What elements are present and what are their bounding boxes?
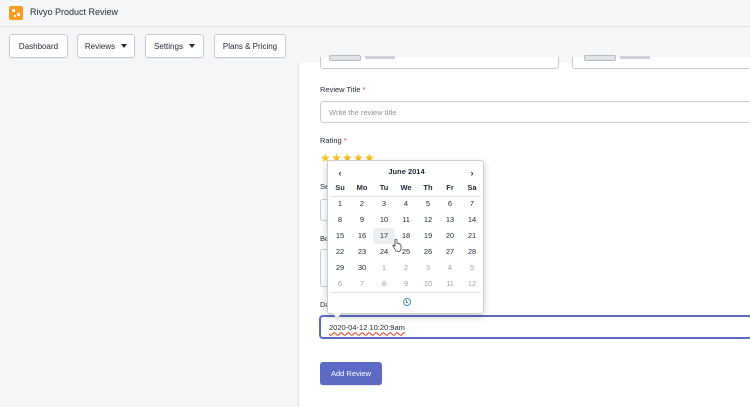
- day-cell[interactable]: 22: [329, 244, 351, 260]
- day-cell[interactable]: 28: [461, 244, 483, 260]
- add-review-button[interactable]: Add Review: [320, 362, 382, 385]
- datepicker-weekday-row: Su Mo Tu We Th Fr Sa: [329, 180, 483, 196]
- day-cell[interactable]: 4: [395, 196, 417, 212]
- review-title-label: Review Title *: [320, 85, 366, 94]
- app-header: Rivyo Product Review: [0, 0, 750, 27]
- datepicker-pointer-inner: [333, 313, 341, 318]
- upload-field-left[interactable]: [320, 55, 559, 69]
- weekday-label: Tu: [379, 183, 389, 192]
- day-cell[interactable]: 6: [439, 196, 461, 212]
- clock-icon[interactable]: [403, 298, 411, 306]
- chevron-right-icon[interactable]: ›: [465, 166, 479, 180]
- review-title-input[interactable]: Write the review title: [320, 101, 750, 123]
- day-cell[interactable]: 3: [373, 196, 395, 212]
- review-date-value: 2020-04-12 10:20:9am: [329, 322, 405, 332]
- nav-dashboard-label: Dashboard: [18, 41, 59, 51]
- chevron-down-icon: [121, 44, 128, 48]
- day-cell[interactable]: 27: [439, 244, 461, 260]
- day-cell-other-month[interactable]: 4: [439, 260, 461, 276]
- day-cell[interactable]: 29: [329, 260, 351, 276]
- weekday-label: We: [400, 183, 412, 192]
- day-cell[interactable]: 2: [351, 196, 373, 212]
- datepicker-header: ‹ June 2014 ›: [328, 164, 485, 180]
- app-title: Rivyo Product Review: [30, 7, 119, 17]
- nav-settings-button[interactable]: Settings: [145, 34, 204, 58]
- day-cell-other-month[interactable]: 3: [417, 260, 439, 276]
- weekday-label: Th: [423, 183, 433, 192]
- datepicker-month-title[interactable]: June 2014: [358, 167, 455, 176]
- day-cell-other-month[interactable]: 2: [395, 260, 417, 276]
- day-cell[interactable]: 26: [417, 244, 439, 260]
- nav-dashboard-button[interactable]: Dashboard: [9, 34, 68, 58]
- day-cell[interactable]: 8: [329, 212, 351, 228]
- datepicker-week-row: 15 16 17 18 19 20 21: [329, 228, 483, 244]
- nav-settings-label: Settings: [154, 41, 183, 51]
- rating-label: Rating *: [320, 136, 347, 145]
- day-cell[interactable]: 16: [351, 228, 373, 244]
- file-button-stub[interactable]: [584, 55, 616, 61]
- day-cell[interactable]: 21: [461, 228, 483, 244]
- datepicker-popup: ‹ June 2014 › Su Mo Tu We Th Fr Sa 1 2 3…: [327, 160, 485, 319]
- file-name-stub: [365, 56, 395, 59]
- day-cell[interactable]: 9: [351, 212, 373, 228]
- datepicker-divider: [331, 292, 481, 293]
- day-cell-other-month[interactable]: 10: [417, 276, 439, 292]
- day-cell[interactable]: 14: [461, 212, 483, 228]
- review-title-placeholder: Write the review title: [329, 107, 397, 117]
- day-cell-other-month[interactable]: 7: [351, 276, 373, 292]
- app-logo: [9, 6, 23, 20]
- day-cell-other-month[interactable]: 11: [439, 276, 461, 292]
- datepicker-week-row: 8 9 10 11 12 13 14: [329, 212, 483, 228]
- nav-plans-label: Plans & Pricing: [222, 41, 278, 51]
- day-cell[interactable]: 5: [417, 196, 439, 212]
- weekday-label: Mo: [356, 183, 368, 192]
- day-cell[interactable]: 19: [417, 228, 439, 244]
- weekday-label: Sa: [467, 183, 477, 192]
- day-cell[interactable]: 11: [395, 212, 417, 228]
- weekday-label: Fr: [446, 183, 454, 192]
- day-cell-other-month[interactable]: 9: [395, 276, 417, 292]
- day-cell[interactable]: 12: [417, 212, 439, 228]
- weekday-label: Su: [335, 183, 345, 192]
- day-cell[interactable]: 20: [439, 228, 461, 244]
- day-cell[interactable]: 30: [351, 260, 373, 276]
- upload-field-right[interactable]: [572, 55, 750, 69]
- chevron-down-icon: [188, 44, 195, 48]
- day-cell-other-month[interactable]: 8: [373, 276, 395, 292]
- day-cell-other-month[interactable]: 6: [329, 276, 351, 292]
- datepicker-week-row: 1 2 3 4 5 6 7: [329, 196, 483, 212]
- hand-cursor-icon: [392, 239, 402, 252]
- day-cell[interactable]: 23: [351, 244, 373, 260]
- nav-reviews-label: Reviews: [84, 41, 116, 51]
- nav-plans-button[interactable]: Plans & Pricing: [214, 34, 286, 58]
- file-name-stub: [620, 56, 650, 59]
- datepicker-week-row: 22 23 24 25 26 27 28: [329, 244, 483, 260]
- review-date-input[interactable]: 2020-04-12 10:20:9am: [320, 316, 750, 338]
- day-cell-other-month[interactable]: 1: [373, 260, 395, 276]
- datepicker-week-row: 29 30 1 2 3 4 5: [329, 260, 483, 276]
- day-cell[interactable]: 15: [329, 228, 351, 244]
- datepicker-week-row: 6 7 8 9 10 11 12: [329, 276, 483, 292]
- day-cell-other-month[interactable]: 12: [461, 276, 483, 292]
- day-cell[interactable]: 1: [329, 196, 351, 212]
- day-cell[interactable]: 7: [461, 196, 483, 212]
- day-cell[interactable]: 13: [439, 212, 461, 228]
- nav-reviews-button[interactable]: Reviews: [77, 34, 135, 58]
- day-cell-other-month[interactable]: 5: [461, 260, 483, 276]
- file-button-stub[interactable]: [329, 55, 361, 61]
- chevron-left-icon[interactable]: ‹: [333, 166, 347, 180]
- day-cell[interactable]: 10: [373, 212, 395, 228]
